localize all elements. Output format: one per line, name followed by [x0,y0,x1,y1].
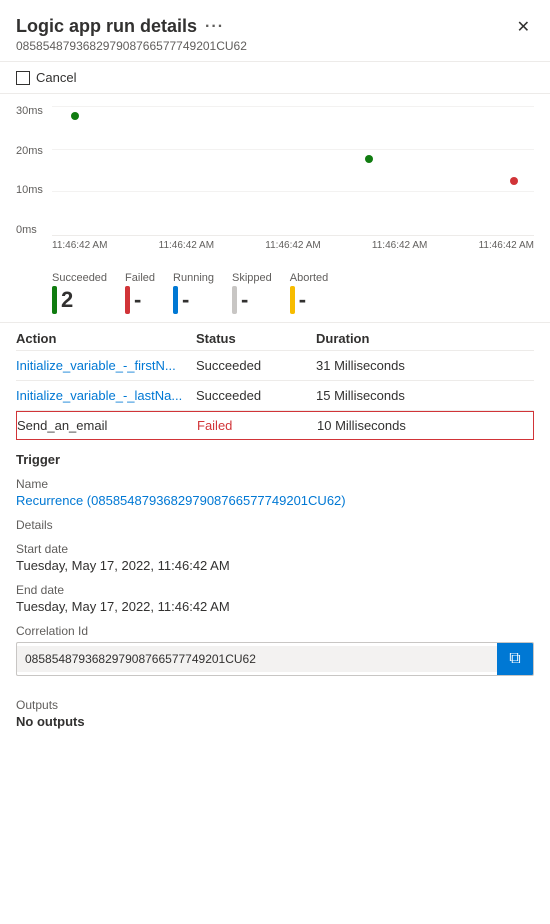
badge-aborted-bar [290,286,295,314]
badge-running: Running - [173,272,214,314]
row3-action: Send_an_email [17,418,197,433]
badge-skipped-value-row: - [232,286,248,314]
title-block: Logic app run details ··· 08585487936829… [16,16,247,53]
no-outputs-value: No outputs [16,714,534,729]
trigger-heading: Trigger [16,452,534,467]
badge-running-bar [173,286,178,314]
row2-status: Succeeded [196,388,316,403]
row1-action: Initialize_variable_-_firstN... [16,358,196,373]
cancel-row: Cancel [0,62,550,94]
trigger-name-value[interactable]: Recurrence (0858548793682979087665777492… [16,493,534,508]
panel-header: Logic app run details ··· 08585487936829… [0,0,550,62]
table-row[interactable]: Send_an_email Failed 10 Milliseconds [16,411,534,440]
chart-dot-2 [365,155,373,163]
badge-failed: Failed - [125,272,155,314]
table-row[interactable]: Initialize_variable_-_firstN... Succeede… [16,351,534,381]
y-label-10ms: 10ms [16,185,43,196]
col-status: Status [196,331,316,346]
x-label-4: 11:46:42 AM [372,240,427,251]
chart-x-labels: 11:46:42 AM 11:46:42 AM 11:46:42 AM 11:4… [52,236,534,251]
badge-failed-count: - [134,287,141,313]
badge-skipped-count: - [241,287,248,313]
row1-status: Succeeded [196,358,316,373]
badge-running-count: - [182,287,189,313]
badge-failed-value-row: - [125,286,141,314]
correlation-id-row: ⧉ [16,642,534,676]
badge-failed-label: Failed [125,272,155,284]
end-date-value: Tuesday, May 17, 2022, 11:46:42 AM [16,599,534,614]
gridline-30ms [52,106,534,107]
table-header: Action Status Duration [16,323,534,351]
badge-skipped-bar [232,286,237,314]
outputs-section: Outputs No outputs [0,676,550,741]
copy-button[interactable]: ⧉ [497,643,533,675]
badge-failed-bar [125,286,130,314]
x-label-2: 11:46:42 AM [159,240,214,251]
details-label: Details [16,518,534,532]
badge-aborted-label: Aborted [290,272,329,284]
row3-status: Failed [197,418,317,433]
col-action: Action [16,331,196,346]
row2-duration: 15 Milliseconds [316,388,534,403]
end-date-label: End date [16,583,534,597]
x-label-1: 11:46:42 AM [52,240,107,251]
badge-succeeded-value-row: 2 [52,286,73,314]
trigger-section: Trigger Name Recurrence (085854879368297… [0,440,550,676]
title-text: Logic app run details [16,16,197,37]
cancel-checkbox[interactable] [16,71,30,85]
x-label-5: 11:46:42 AM [479,240,534,251]
badge-succeeded-count: 2 [61,287,73,313]
gridline-10ms [52,191,534,192]
badge-succeeded-bar [52,286,57,314]
badge-aborted: Aborted - [290,272,329,314]
panel-subtitle: 085854879368297908766577749201CU62 [16,39,247,53]
actions-table: Action Status Duration Initialize_variab… [0,322,550,440]
badge-skipped: Skipped - [232,272,272,314]
status-badges: Succeeded 2 Failed - Running - [36,264,550,322]
badge-running-value-row: - [173,286,189,314]
badge-succeeded: Succeeded 2 [52,272,107,314]
y-label-30ms: 30ms [16,106,43,117]
correlation-id-label: Correlation Id [16,624,534,638]
copy-icon: ⧉ [509,650,520,668]
start-date-label: Start date [16,542,534,556]
badge-running-label: Running [173,272,214,284]
table-row[interactable]: Initialize_variable_-_lastNa... Succeede… [16,381,534,411]
chart-area: 30ms 20ms 10ms 0ms 11:46:42 AM 11:46:42 … [0,94,550,264]
chart-dot-1 [71,112,79,120]
name-label: Name [16,477,534,491]
outputs-label: Outputs [16,698,534,712]
badge-aborted-value-row: - [290,286,306,314]
row3-duration: 10 Milliseconds [317,418,533,433]
start-date-value: Tuesday, May 17, 2022, 11:46:42 AM [16,558,534,573]
panel-title: Logic app run details ··· [16,16,247,37]
gridline-20ms [52,149,534,150]
col-duration: Duration [316,331,534,346]
cancel-label: Cancel [36,70,76,85]
y-label-20ms: 20ms [16,146,43,157]
more-icon[interactable]: ··· [205,18,224,36]
row1-duration: 31 Milliseconds [316,358,534,373]
x-label-3: 11:46:42 AM [265,240,320,251]
badge-skipped-label: Skipped [232,272,272,284]
chart-y-labels: 30ms 20ms 10ms 0ms [16,106,43,236]
badge-aborted-count: - [299,287,306,313]
chart-dot-3 [510,177,518,185]
row2-action: Initialize_variable_-_lastNa... [16,388,196,403]
chart-inner [52,106,534,236]
y-label-0ms: 0ms [16,225,43,236]
logic-app-run-details-panel: Logic app run details ··· 08585487936829… [0,0,550,924]
scrollable-content: 30ms 20ms 10ms 0ms 11:46:42 AM 11:46:42 … [0,94,550,924]
correlation-id-input[interactable] [17,646,497,672]
close-button[interactable]: ✕ [513,16,534,40]
badge-succeeded-label: Succeeded [52,272,107,284]
